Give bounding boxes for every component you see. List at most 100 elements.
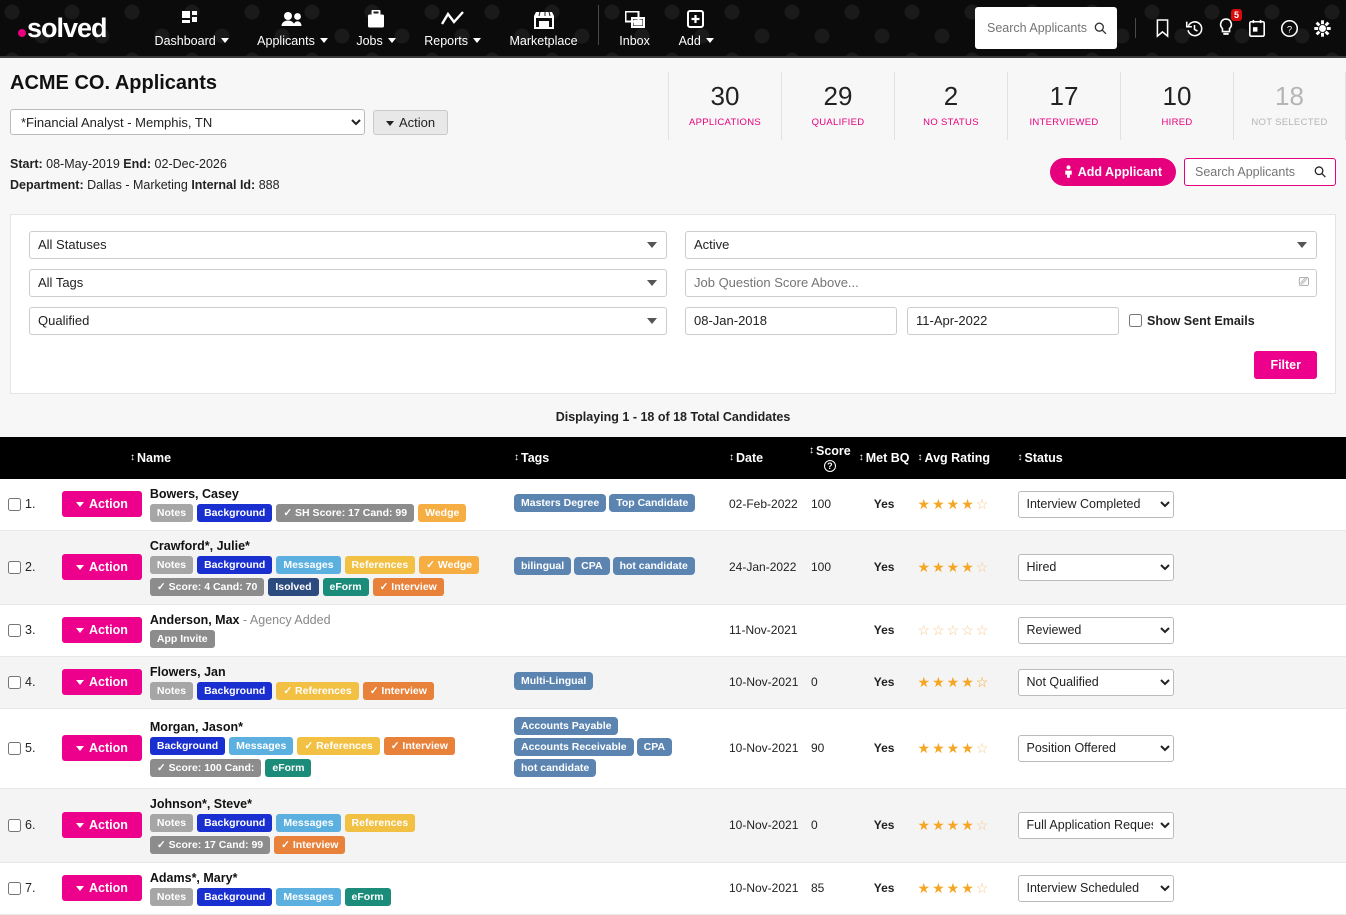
filter-button[interactable]: Filter <box>1254 351 1317 379</box>
row-badge[interactable]: Notes <box>150 888 193 906</box>
row-badge[interactable]: Wedge <box>418 504 466 522</box>
tag-badge[interactable]: bilingual <box>514 557 571 575</box>
nav-item-add[interactable]: Add <box>665 5 729 52</box>
row-action-button[interactable]: Action <box>62 491 142 517</box>
row-select[interactable]: 6. <box>8 818 54 832</box>
row-badge[interactable]: ✓ References <box>297 737 379 755</box>
candidate-name[interactable]: Crawford*, Julie* <box>150 539 506 553</box>
search-icon[interactable] <box>1094 21 1107 36</box>
star-rating[interactable]: ★★★★☆ <box>918 740 991 756</box>
status-select[interactable]: Hired <box>1018 554 1174 581</box>
tag-badge[interactable]: CPA <box>637 738 672 756</box>
gear-icon[interactable] <box>1313 19 1332 38</box>
job-select[interactable]: *Financial Analyst - Memphis, TN <box>10 109 365 135</box>
tags-filter-select[interactable]: All Tags <box>29 269 667 297</box>
row-action-button[interactable]: Action <box>62 812 142 838</box>
row-badge[interactable]: ✓ Score: 17 Cand: 99 <box>150 836 270 854</box>
row-badge[interactable]: eForm <box>323 578 369 596</box>
stat-no-status[interactable]: 2NO STATUS <box>894 72 1007 140</box>
candidate-name[interactable]: Morgan, Jason* <box>150 720 506 734</box>
column-header-score[interactable]: ↕Score ? <box>805 437 855 479</box>
nav-item-reports[interactable]: Reports <box>410 5 495 52</box>
row-badge[interactable]: ✓ References <box>276 682 358 700</box>
status-select[interactable]: Not Qualified <box>1018 669 1174 696</box>
candidate-name[interactable]: Flowers, Jan <box>150 665 506 679</box>
status-select[interactable]: Full Application Requested <box>1018 812 1174 839</box>
row-badge[interactable]: Isolved <box>268 578 318 596</box>
star-rating[interactable]: ☆☆☆☆☆ <box>918 622 991 638</box>
candidate-name[interactable]: Bowers, Casey <box>150 487 506 501</box>
search-icon[interactable] <box>1314 165 1327 179</box>
applicant-search-box[interactable] <box>1184 158 1336 186</box>
row-checkbox[interactable] <box>8 498 21 511</box>
column-header-met-bq[interactable]: ↕Met BQ <box>855 437 914 479</box>
date-from-input[interactable] <box>685 307 897 335</box>
row-badge[interactable]: Notes <box>150 814 193 832</box>
row-badge[interactable]: References <box>345 814 416 832</box>
star-rating[interactable]: ★★★★☆ <box>918 496 991 512</box>
tag-badge[interactable]: Multi-Lingual <box>514 672 593 690</box>
row-badge[interactable]: Background <box>197 814 272 832</box>
tag-badge[interactable]: CPA <box>574 557 609 575</box>
row-badge[interactable]: Notes <box>150 556 193 574</box>
row-badge[interactable]: Background <box>197 888 272 906</box>
row-badge[interactable]: ✓ Score: 100 Cand: <box>150 759 262 777</box>
tag-badge[interactable]: Accounts Receivable <box>514 738 634 756</box>
row-badge[interactable]: Background <box>150 737 225 755</box>
show-sent-emails-checkbox-label[interactable]: Show Sent Emails <box>1129 314 1255 328</box>
row-badge[interactable]: References <box>345 556 416 574</box>
star-rating[interactable]: ★★★★☆ <box>918 674 991 690</box>
stat-interviewed[interactable]: 17INTERVIEWED <box>1007 72 1120 140</box>
status-select[interactable]: Interview Scheduled <box>1018 875 1174 902</box>
star-rating[interactable]: ★★★★☆ <box>918 559 991 575</box>
row-select[interactable]: 1. <box>8 497 54 511</box>
tag-badge[interactable]: Top Candidate <box>609 494 695 512</box>
row-badge[interactable]: Messages <box>276 556 340 574</box>
history-icon[interactable] <box>1185 19 1204 38</box>
row-select[interactable]: 5. <box>8 741 54 755</box>
row-badge[interactable]: Background <box>197 682 272 700</box>
action-button[interactable]: Action <box>373 110 448 135</box>
row-badge[interactable]: ✓ Wedge <box>419 556 479 574</box>
row-badge[interactable]: Messages <box>276 888 340 906</box>
row-badge[interactable]: eForm <box>265 759 311 777</box>
row-badge[interactable]: ✓ SH Score: 17 Cand: 99 <box>276 504 414 522</box>
column-header-tags[interactable]: ↕Tags <box>510 437 725 479</box>
row-badge[interactable]: App Invite <box>150 630 215 648</box>
help-icon[interactable]: ? <box>824 460 836 472</box>
nav-item-inbox[interactable]: Inbox <box>605 5 665 52</box>
row-checkbox[interactable] <box>8 819 21 832</box>
candidate-name[interactable]: Adams*, Mary* <box>150 871 506 885</box>
stepper-icon[interactable]: ⎚ <box>1299 274 1309 290</box>
candidate-name[interactable]: Anderson, Max - Agency Added <box>150 613 506 627</box>
tag-badge[interactable]: hot candidate <box>613 557 695 575</box>
qualified-filter-select[interactable]: Qualified <box>29 307 667 335</box>
row-badge[interactable]: Background <box>197 556 272 574</box>
tag-badge[interactable]: Masters Degree <box>514 494 606 512</box>
column-header-date[interactable]: ↕Date <box>725 437 805 479</box>
tag-badge[interactable]: Accounts Payable <box>514 717 618 735</box>
stat-not-selected[interactable]: 18NOT SELECTED <box>1233 72 1346 140</box>
row-badge[interactable]: eForm <box>345 888 391 906</box>
add-applicant-button[interactable]: Add Applicant <box>1050 158 1176 186</box>
row-select[interactable]: 4. <box>8 675 54 689</box>
row-badge[interactable]: ✓ Interview <box>384 737 455 755</box>
nav-item-jobs[interactable]: Jobs <box>342 5 410 52</box>
help-icon[interactable]: ? <box>1280 19 1299 38</box>
row-badge[interactable]: Messages <box>229 737 293 755</box>
nav-item-marketplace[interactable]: Marketplace <box>495 5 591 52</box>
row-badge[interactable]: ✓ Interview <box>363 682 434 700</box>
calendar-icon[interactable] <box>1248 19 1266 38</box>
star-rating[interactable]: ★★★★☆ <box>918 817 991 833</box>
row-badge[interactable]: ✓ Interview <box>373 578 444 596</box>
row-select[interactable]: 7. <box>8 881 54 895</box>
row-action-button[interactable]: Action <box>62 735 142 761</box>
status-select[interactable]: Position Offered <box>1018 735 1174 762</box>
isolved-logo[interactable]: solved <box>14 13 107 44</box>
row-checkbox[interactable] <box>8 624 21 637</box>
row-checkbox[interactable] <box>8 561 21 574</box>
stat-qualified[interactable]: 29QUALIFIED <box>781 72 894 140</box>
row-action-button[interactable]: Action <box>62 669 142 695</box>
row-select[interactable]: 3. <box>8 623 54 637</box>
lightbulb-icon[interactable]: 5 <box>1218 18 1234 38</box>
